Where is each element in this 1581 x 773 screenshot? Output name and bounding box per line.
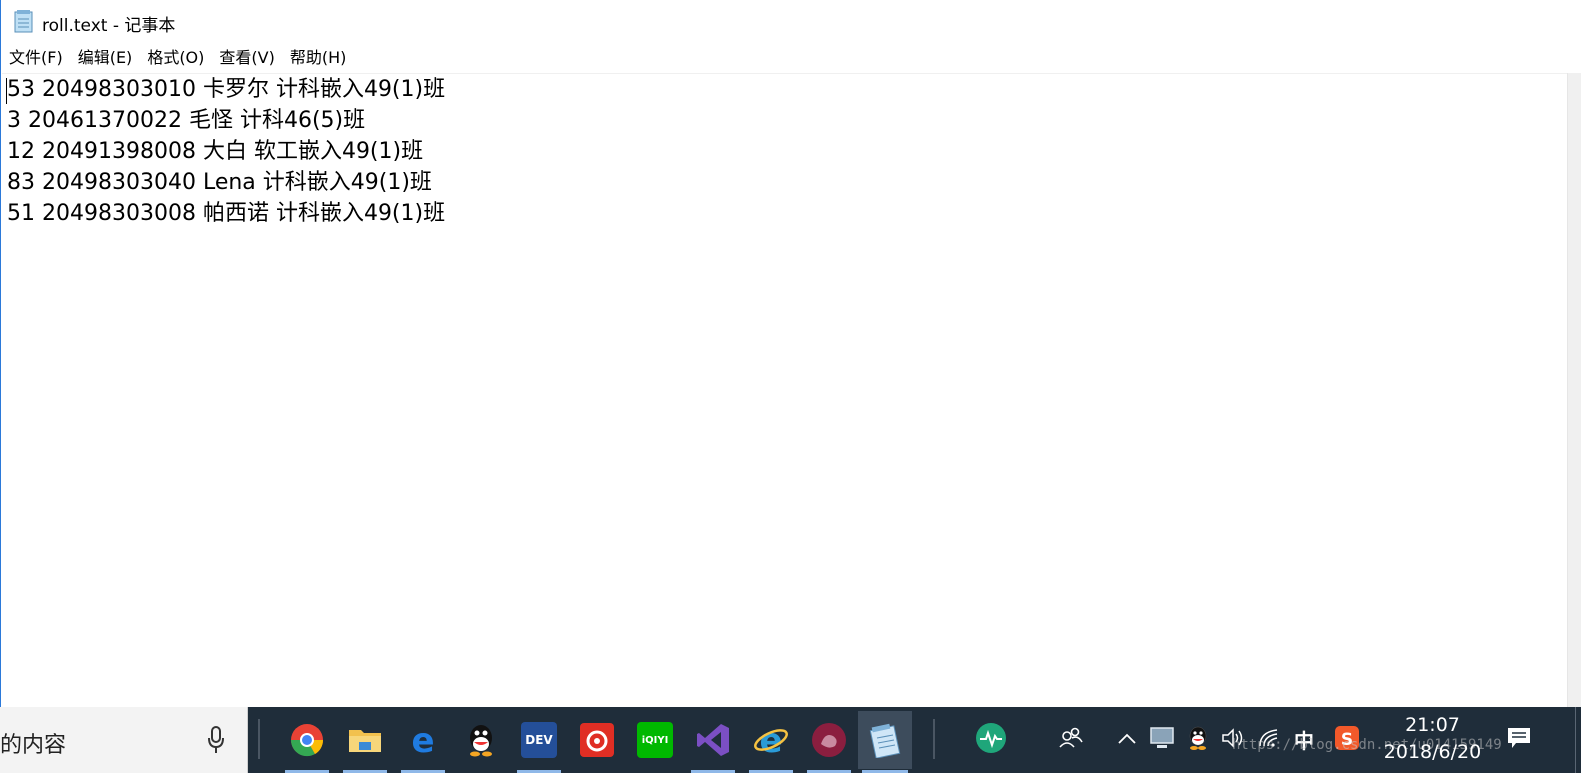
menu-help[interactable]: 帮助(H) xyxy=(282,44,354,72)
svg-text:e: e xyxy=(759,722,782,758)
taskbar-app-explorer[interactable] xyxy=(339,711,391,773)
taskbar-app-notepad[interactable] xyxy=(858,711,912,773)
text-line: 51 20498303008 帕西诺 计科嵌入49(1)班 xyxy=(7,201,446,226)
microphone-icon[interactable] xyxy=(206,725,226,755)
menu-bar: 文件(F) 编辑(E) 格式(O) 查看(V) 帮助(H) xyxy=(1,44,1581,72)
people-icon[interactable] xyxy=(1058,725,1084,751)
taskbar-app-ie[interactable]: e xyxy=(745,711,797,773)
clock-date: 2018/6/20 xyxy=(1383,741,1482,763)
menu-edit[interactable]: 编辑(E) xyxy=(70,44,140,72)
edge-icon: e xyxy=(411,722,434,758)
notepad-icon xyxy=(14,10,33,33)
activity-monitor-icon[interactable] xyxy=(975,722,1007,754)
app-icon xyxy=(812,723,846,757)
vertical-scrollbar[interactable] xyxy=(1567,73,1581,707)
taskbar-app-edge[interactable]: e xyxy=(397,711,449,773)
menu-view[interactable]: 查看(V) xyxy=(211,44,281,72)
window-title: roll.text - 记事本 xyxy=(42,16,176,36)
taskbar-app-unknown[interactable] xyxy=(803,711,855,773)
menu-format[interactable]: 格式(O) xyxy=(139,44,211,72)
taskbar-app-iqiyi[interactable]: iQIYI xyxy=(629,711,681,769)
netease-music-icon xyxy=(580,723,614,757)
title-bar[interactable]: roll.text - 记事本 xyxy=(1,0,1581,42)
qq-tray-icon[interactable] xyxy=(1185,725,1211,751)
text-line: 3 20461370022 毛怪 计科46(5)班 xyxy=(7,108,366,133)
show-desktop-button[interactable] xyxy=(1575,707,1581,773)
iqiyi-icon: iQIYI xyxy=(637,722,673,758)
taskbar-app-devcpp[interactable]: DEV xyxy=(513,711,565,773)
ie-icon: e xyxy=(754,722,788,758)
chrome-icon xyxy=(290,724,324,757)
taskbar-app-netease-music[interactable] xyxy=(571,711,623,769)
search-text: 的内容 xyxy=(0,733,67,758)
text-line: 53 20498303010 卡罗尔 计科嵌入49(1)班 xyxy=(7,77,446,102)
text-caret xyxy=(6,78,7,104)
taskbar-search-box[interactable]: 的内容 xyxy=(0,707,248,773)
file-explorer-icon xyxy=(349,730,381,752)
notification-icon[interactable] xyxy=(1506,725,1532,751)
display-icon[interactable] xyxy=(1149,725,1175,751)
taskbar-separator xyxy=(258,719,260,759)
devcpp-icon: DEV xyxy=(521,722,557,758)
qq-icon xyxy=(470,725,492,757)
text-editor[interactable]: 53 20498303010 卡罗尔 计科嵌入49(1)班 3 20461370… xyxy=(2,73,1568,707)
svg-text:e: e xyxy=(411,722,434,758)
taskbar: 的内容 e DEV iQIYI e 中 S https://blog.csdn.… xyxy=(0,707,1581,773)
taskbar-separator xyxy=(933,719,935,759)
taskbar-app-qq[interactable] xyxy=(455,711,507,769)
system-clock[interactable]: 21:07 2018/6/20 xyxy=(1380,713,1485,767)
text-line: 12 20491398008 大白 软工嵌入49(1)班 xyxy=(7,139,424,164)
taskbar-app-visual-studio[interactable] xyxy=(687,711,739,773)
menu-file[interactable]: 文件(F) xyxy=(1,44,70,72)
clock-time: 21:07 xyxy=(1405,714,1460,736)
devcpp-icon-label: DEV xyxy=(525,733,553,747)
text-line: 83 20498303040 Lena 计科嵌入49(1)班 xyxy=(7,170,432,195)
chevron-up-icon[interactable] xyxy=(1114,725,1140,751)
iqiyi-icon-label: iQIYI xyxy=(641,734,669,746)
notepad-window: roll.text - 记事本 文件(F) 编辑(E) 格式(O) 查看(V) … xyxy=(0,0,1581,712)
taskbar-app-chrome[interactable] xyxy=(281,711,333,773)
notepad-icon xyxy=(869,723,901,758)
visual-studio-icon xyxy=(697,724,729,756)
